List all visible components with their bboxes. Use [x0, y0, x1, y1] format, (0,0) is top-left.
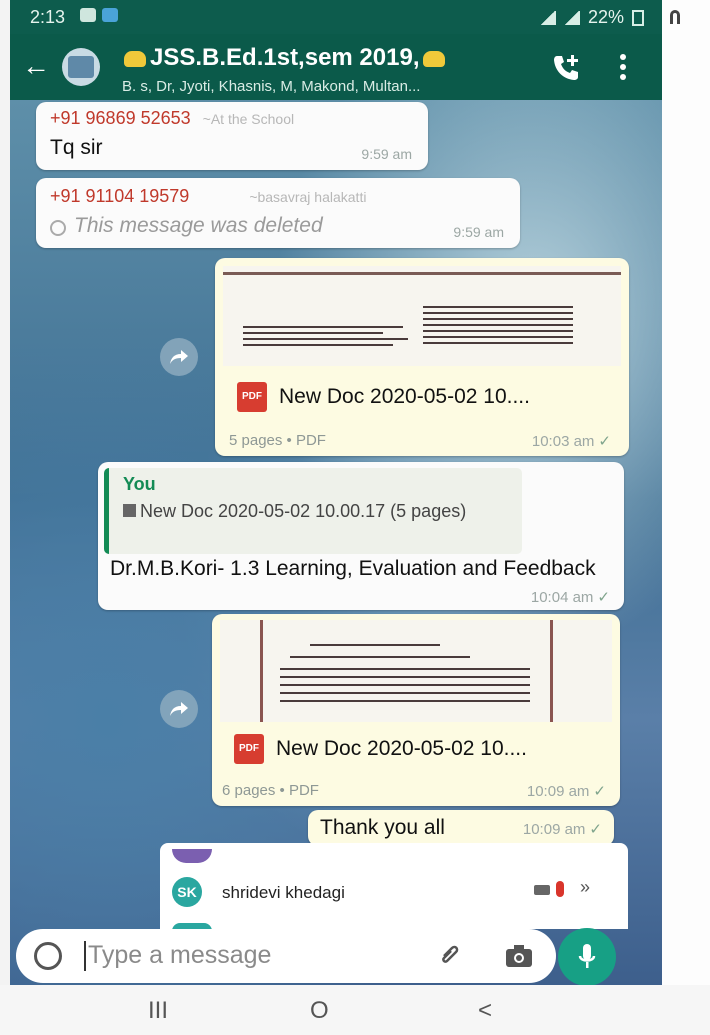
video-icon — [534, 885, 550, 895]
signal-icon-2 — [563, 10, 580, 25]
screen-edge — [662, 0, 710, 985]
document-thumbnail[interactable] — [223, 266, 621, 366]
chat-header: ← JSS.B.Ed.1st,sem 2019, B. s, Dr, Jyoti… — [10, 34, 662, 100]
message-text: Tq sir — [50, 136, 103, 159]
edge-handle-icon[interactable] — [670, 10, 680, 24]
document-info: 5 pages • PDF — [229, 432, 326, 449]
message-time: 10:09 am ✓ — [522, 821, 602, 838]
recent-apps-button[interactable]: III — [148, 997, 168, 1025]
nav-back-button[interactable]: < — [478, 997, 492, 1025]
deleted-icon — [50, 219, 66, 236]
message-text: Thank you all — [320, 816, 445, 839]
quoted-message[interactable]: You New Doc 2020-05-02 10.00.17 (5 pages… — [104, 468, 522, 554]
deleted-message-text: This message was deleted — [74, 214, 323, 237]
signal-icon — [539, 10, 556, 25]
text-cursor — [84, 941, 86, 971]
attach-icon[interactable] — [436, 942, 464, 970]
battery-icon — [632, 9, 644, 26]
reply-message[interactable]: You New Doc 2020-05-02 10.00.17 (5 pages… — [98, 462, 624, 610]
message-time: 9:59 am — [453, 224, 504, 240]
emoji-icon[interactable] — [34, 942, 62, 970]
home-button[interactable]: O — [310, 997, 329, 1025]
hand-emoji-icon-2 — [423, 50, 446, 67]
sender-alias: ~At the School — [202, 111, 295, 127]
quote-text: New Doc 2020-05-02 10.00.17 (5 pages) — [123, 500, 513, 522]
sender-phone[interactable]: +91 96869 52653 — [50, 108, 191, 128]
message-time: 10:03 am ✓ — [531, 433, 611, 450]
voice-record-button[interactable] — [558, 928, 616, 985]
status-bar: 2:13 22% — [10, 0, 662, 34]
document-name: New Doc 2020-05-02 10.... — [279, 385, 530, 408]
contact-avatar[interactable]: SK — [172, 877, 202, 907]
microphone-icon — [578, 944, 596, 968]
message-input[interactable]: Type a message — [88, 941, 271, 970]
forward-button[interactable] — [160, 690, 198, 728]
message-time: 10:09 am ✓ — [526, 783, 606, 800]
hand-emoji-icon — [124, 50, 146, 67]
back-arrow-icon[interactable]: ← — [22, 52, 50, 80]
battery-percent: 22% — [587, 7, 624, 27]
camera-icon[interactable] — [504, 942, 534, 970]
status-time: 2:13 — [30, 7, 66, 27]
sender-alias: ~basavraj halakatti — [249, 189, 367, 205]
message-composer[interactable]: Type a message — [16, 929, 556, 983]
pdf-icon: PDF — [234, 734, 264, 764]
partial-suggestion-row[interactable] — [172, 849, 212, 863]
sender-phone[interactable]: +91 91104 19579 — [50, 186, 189, 206]
contact-name[interactable]: shridevi khedagi — [222, 883, 345, 903]
message-bubble[interactable]: +91 96869 52653 ~At the School Tq sir 9:5… — [36, 102, 428, 170]
android-nav-bar: III O < — [0, 985, 710, 1035]
notification-icons — [80, 8, 118, 22]
message-bubble[interactable]: Thank you all 10:09 am ✓ — [308, 810, 614, 846]
document-message[interactable]: PDF New Doc 2020-05-02 10.... 5 pages • P… — [215, 258, 629, 456]
forward-button[interactable] — [160, 338, 198, 376]
message-bubble[interactable]: +91 91104 19579 ~basavraj halakatti This … — [36, 178, 520, 248]
mention-suggestion-list: SK shridevi khedagi » — [160, 843, 628, 929]
document-small-icon — [123, 504, 136, 517]
add-call-icon[interactable] — [550, 52, 582, 84]
expand-chevron-icon[interactable]: » — [580, 877, 590, 898]
quote-author: You — [123, 474, 156, 494]
group-title[interactable]: JSS.B.Ed.1st,sem 2019, — [120, 44, 449, 72]
document-name: New Doc 2020-05-02 10.... — [276, 737, 527, 760]
group-members[interactable]: B. s, Dr, Jyoti, Khasnis, M, Makond, Mul… — [122, 78, 420, 95]
message-time: 10:04 am ✓ — [530, 589, 610, 606]
message-time: 9:59 am — [361, 146, 412, 162]
document-thumbnail[interactable] — [220, 620, 612, 722]
document-message[interactable]: PDF New Doc 2020-05-02 10.... 6 pages • P… — [212, 614, 620, 806]
phone-screen: 2:13 22% ← JSS.B.Ed.1st,sem 2019, B. s, … — [10, 0, 662, 985]
mic-red-icon — [556, 881, 564, 897]
message-text: Dr.M.B.Kori- 1.3 Learning, Evaluation an… — [110, 557, 596, 580]
group-avatar[interactable] — [62, 48, 100, 86]
document-info: 6 pages • PDF — [222, 782, 319, 799]
pdf-icon: PDF — [237, 382, 267, 412]
more-vert-icon[interactable] — [620, 54, 628, 82]
